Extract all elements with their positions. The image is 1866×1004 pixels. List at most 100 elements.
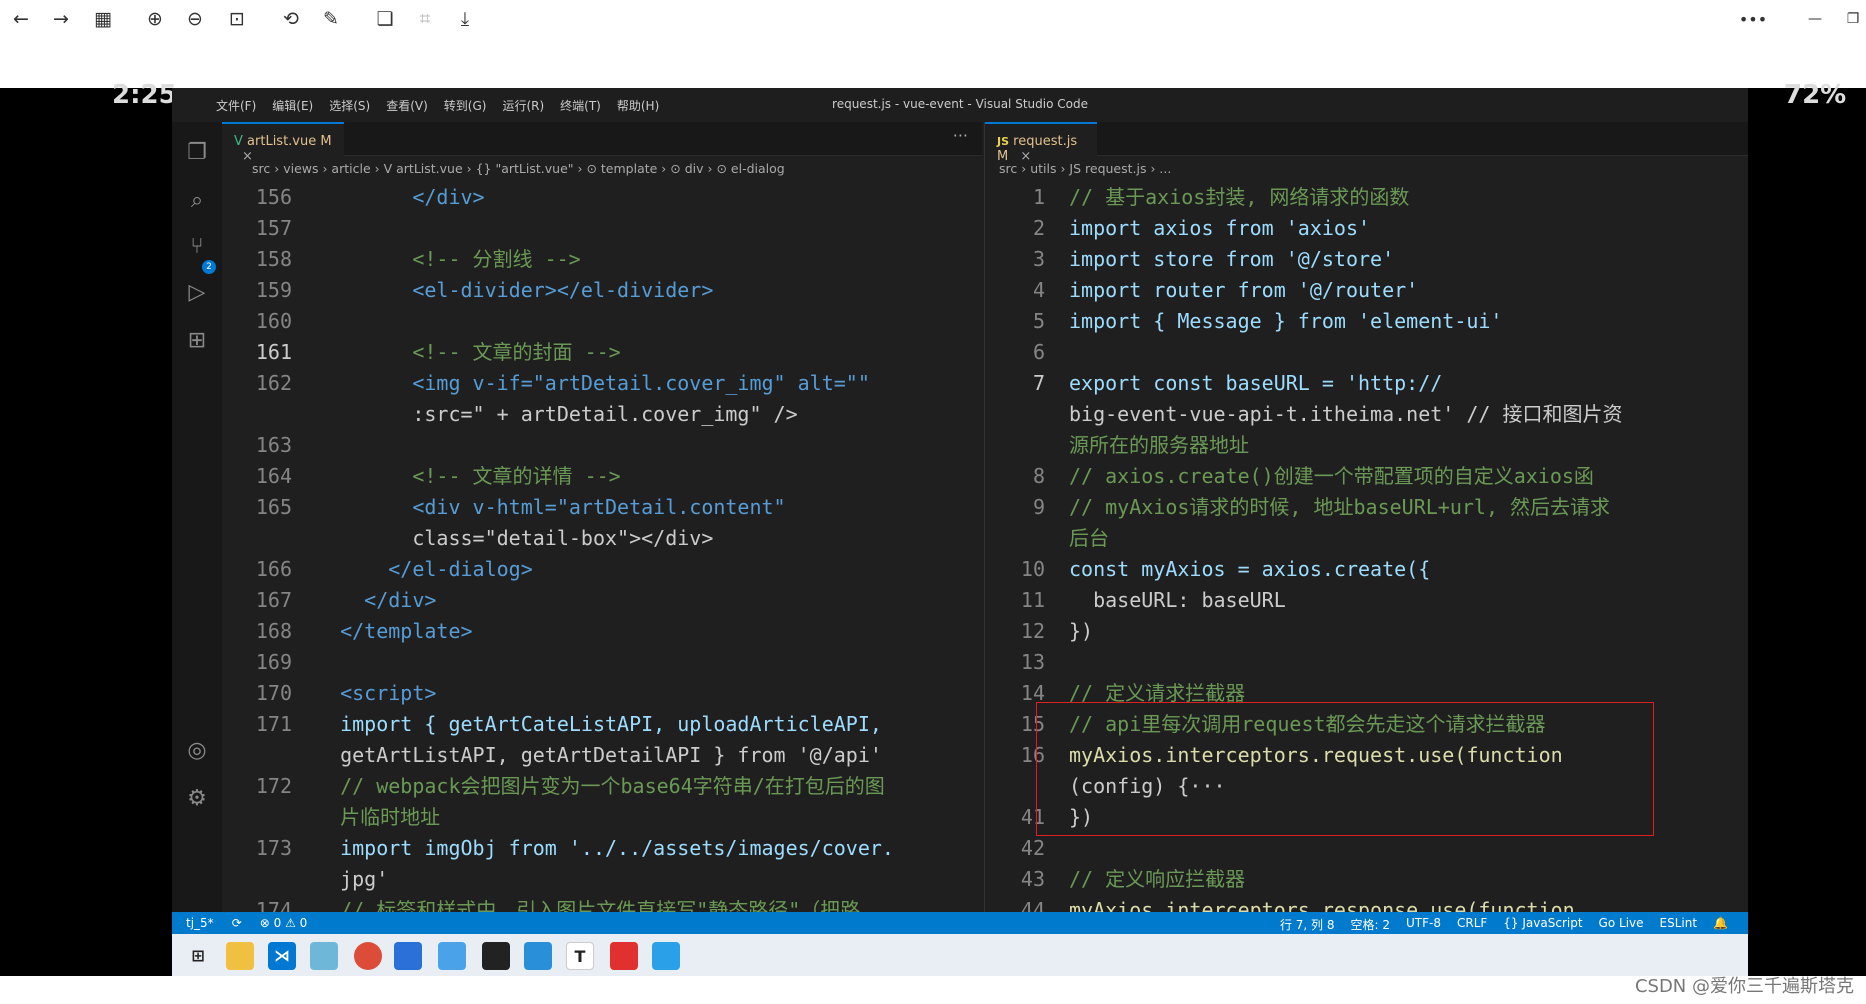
forward-icon[interactable]: →: [48, 6, 74, 32]
line-number: 172: [255, 774, 292, 798]
code-line[interactable]: <el-divider></el-divider>: [316, 275, 713, 306]
editor-right-tabs: JS request.js M ×: [985, 122, 1748, 164]
vscode-icon[interactable]: ⋊: [268, 942, 296, 970]
code-line[interactable]: import axios from 'axios': [1069, 213, 1370, 244]
close-tab-icon[interactable]: ×: [242, 149, 253, 164]
code-line[interactable]: 片临时地址: [316, 802, 440, 833]
chrome-icon[interactable]: [354, 942, 382, 970]
code-line[interactable]: </div>: [316, 182, 484, 213]
back-icon[interactable]: ←: [8, 6, 34, 32]
tab-artlist-vue[interactable]: V artList.vue M ×: [222, 122, 344, 164]
code-line[interactable]: // myAxios请求的时候, 地址baseURL+url, 然后去请求: [1069, 492, 1610, 523]
code-line[interactable]: <!-- 分割线 -->: [316, 244, 580, 275]
grid-icon[interactable]: ▦: [90, 6, 116, 32]
code-line[interactable]: </template>: [316, 616, 472, 647]
code-line[interactable]: import imgObj from '../../assets/images/…: [316, 833, 894, 864]
code-line[interactable]: export const baseURL = 'http://: [1069, 368, 1442, 399]
code-line[interactable]: // 定义响应拦截器: [1069, 864, 1245, 895]
line-number: 157: [255, 216, 292, 240]
vscode-window: 文件(F) 编辑(E) 选择(S) 查看(V) 转到(G) 运行(R) 终端(T…: [172, 88, 1748, 976]
run-debug-icon[interactable]: ▷: [184, 280, 210, 306]
code-line[interactable]: import { getArtCateListAPI, uploadArticl…: [316, 709, 882, 740]
download-icon[interactable]: ⤓: [452, 6, 478, 32]
more-button[interactable]: •••: [1739, 6, 1767, 32]
minimize-button[interactable]: —: [1802, 6, 1828, 32]
code-area[interactable]: 156 </div> 157 158 <!-- 分割线 --> 159 <el-div…: [222, 180, 982, 922]
branch-status[interactable]: tj_5*: [186, 916, 214, 930]
typora-icon[interactable]: T: [566, 942, 594, 970]
account-icon[interactable]: ◎: [184, 738, 210, 764]
restore-button[interactable]: ❐: [1840, 6, 1866, 32]
line-ending[interactable]: CRLF: [1457, 916, 1487, 933]
code-line[interactable]: // 基于axios封装, 网络请求的函数: [1069, 182, 1409, 213]
search-icon[interactable]: ⌕: [184, 188, 210, 214]
line-number: 161: [255, 340, 292, 364]
more-actions-icon[interactable]: ···: [953, 126, 968, 145]
app-icon[interactable]: [610, 942, 638, 970]
code-line[interactable]: }): [1069, 616, 1093, 647]
line-number: 162: [255, 371, 292, 395]
code-line[interactable]: // webpack会把图片变为一个base64字符串/在打包后的图: [316, 771, 885, 802]
app-icon[interactable]: [524, 942, 552, 970]
explorer-icon[interactable]: ❐: [184, 140, 210, 166]
js-file-icon: JS: [997, 135, 1010, 148]
encoding[interactable]: UTF-8: [1406, 916, 1441, 933]
code-line[interactable]: 源所在的服务器地址: [1069, 430, 1249, 461]
line-number: 42: [1020, 836, 1045, 860]
copy-icon[interactable]: ❏: [372, 6, 398, 32]
extensions-icon[interactable]: ⊞: [184, 328, 210, 354]
bell-icon[interactable]: 🔔: [1713, 916, 1728, 933]
code-line[interactable]: </el-dialog>: [316, 554, 533, 585]
source-control-icon[interactable]: ⑂: [184, 234, 210, 260]
breadcrumb[interactable]: src › views › article › V artList.vue › …: [222, 156, 982, 180]
line-number: 1: [1032, 185, 1045, 209]
breadcrumb[interactable]: src › utils › JS request.js › ...: [985, 156, 1748, 180]
code-line[interactable]: baseURL: baseURL: [1069, 585, 1286, 616]
code-line[interactable]: <div v-html="artDetail.content": [316, 492, 785, 523]
file-explorer-icon[interactable]: [226, 942, 254, 970]
zoom-out-icon[interactable]: ⊖: [182, 6, 208, 32]
code-line[interactable]: jpg': [316, 864, 388, 895]
windows-start-icon[interactable]: ⊞: [184, 942, 212, 970]
line-number: 10: [1020, 557, 1045, 581]
code-line[interactable]: // axios.create()创建一个带配置项的自定义axios函: [1069, 461, 1594, 492]
code-line[interactable]: import router from '@/router': [1069, 275, 1418, 306]
code-line[interactable]: import store from '@/store': [1069, 244, 1394, 275]
code-line[interactable]: 后台: [1069, 523, 1109, 554]
code-line[interactable]: getArtListAPI, getArtDetailAPI } from '@…: [316, 740, 882, 771]
line-number: 6: [1032, 340, 1045, 364]
go-live-button[interactable]: Go Live: [1599, 916, 1644, 933]
cursor-position[interactable]: 行 7, 列 8: [1280, 916, 1335, 933]
line-number: 3: [1032, 247, 1045, 271]
settings-gear-icon[interactable]: ⚙: [184, 786, 210, 812]
language-mode[interactable]: {} JavaScript: [1503, 916, 1582, 933]
zoom-in-icon[interactable]: ⊕: [142, 6, 168, 32]
sync-icon[interactable]: ⟳: [232, 916, 242, 930]
code-line[interactable]: :src=" + artDetail.cover_img" />: [316, 399, 797, 430]
code-line[interactable]: const myAxios = axios.create({: [1069, 554, 1430, 585]
terminal-icon[interactable]: [482, 942, 510, 970]
tab-request-js[interactable]: JS request.js M ×: [985, 122, 1097, 164]
line-number: 156: [255, 185, 292, 209]
app-icon[interactable]: [438, 942, 466, 970]
eslint-status[interactable]: ESLint: [1660, 916, 1698, 933]
close-tab-icon[interactable]: ×: [1020, 149, 1031, 164]
fit-icon[interactable]: ⊡: [224, 6, 250, 32]
code-line[interactable]: big-event-vue-api-t.itheima.net' // 接口和图…: [1069, 399, 1622, 430]
code-line[interactable]: <!-- 文章的封面 -->: [316, 337, 620, 368]
code-line[interactable]: <!-- 文章的详情 -->: [316, 461, 620, 492]
indentation[interactable]: 空格: 2: [1351, 916, 1391, 933]
code-line[interactable]: import { Message } from 'element-ui': [1069, 306, 1502, 337]
code-line[interactable]: </div>: [316, 585, 436, 616]
app-icon[interactable]: [652, 942, 680, 970]
line-number: 4: [1032, 278, 1045, 302]
app-icon[interactable]: [394, 942, 422, 970]
rotate-icon[interactable]: ⟲: [278, 6, 304, 32]
code-line[interactable]: <script>: [316, 678, 436, 709]
code-line[interactable]: class="detail-box"></div>: [316, 523, 713, 554]
problems-status[interactable]: ⊗ 0 ⚠ 0: [260, 916, 308, 930]
edit-icon[interactable]: ✎: [318, 6, 344, 32]
code-line[interactable]: <img v-if="artDetail.cover_img" alt="": [316, 368, 870, 399]
crop-icon[interactable]: ⌗: [412, 6, 438, 32]
app-icon[interactable]: [310, 942, 338, 970]
